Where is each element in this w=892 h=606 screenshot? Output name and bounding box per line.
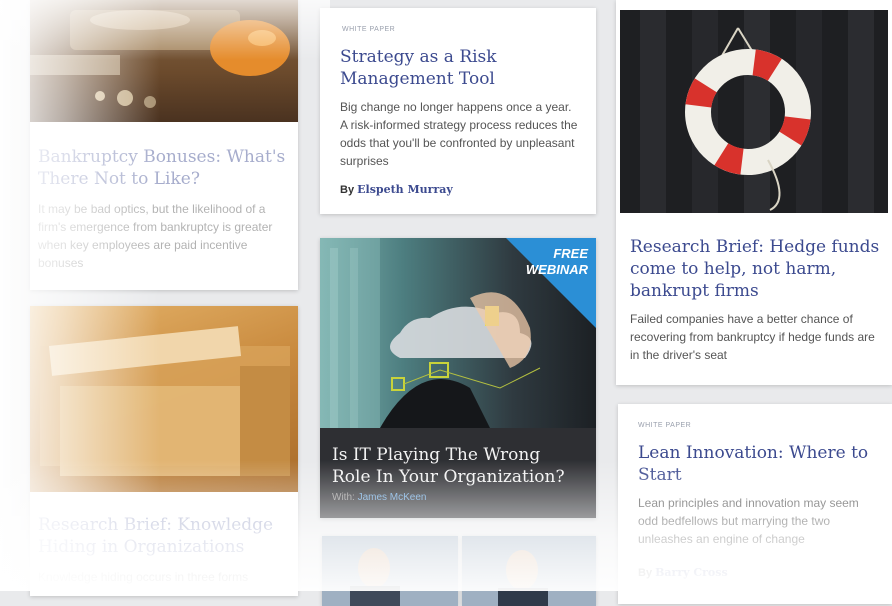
content-type-label: WHITE PAPER bbox=[342, 26, 396, 33]
content-type-label: WHITE PAPER bbox=[638, 422, 692, 429]
webinar-card[interactable]: FREE WEBINAR Is IT Playing The Wrong Rol… bbox=[320, 238, 596, 518]
article-title[interactable]: Lean Innovation: Where to Start bbox=[638, 442, 878, 486]
article-card-knowledge-hiding[interactable]: Research Brief: Knowledge Hiding in Orga… bbox=[30, 306, 298, 596]
webinar-image[interactable]: FREE WEBINAR bbox=[320, 238, 596, 428]
webinar-presenter: With: James McKeen bbox=[332, 492, 426, 503]
article-summary: Failed companies have a better chance of… bbox=[630, 312, 875, 362]
by-label: By bbox=[340, 184, 355, 196]
partial-card-right[interactable] bbox=[462, 536, 596, 606]
article-image-folders[interactable] bbox=[30, 306, 298, 492]
byline: By Elspeth Murray bbox=[340, 183, 453, 196]
byline: By Barry Cross bbox=[638, 566, 728, 579]
presenter-link[interactable]: James McKeen bbox=[358, 492, 427, 503]
article-summary: Lean principles and innovation may seem … bbox=[638, 496, 859, 546]
author-link[interactable]: Elspeth Murray bbox=[357, 183, 453, 196]
article-summary: Knowledge hiding occurs in three forms bbox=[38, 570, 249, 584]
banner-line-free: FREE bbox=[553, 246, 588, 261]
article-title[interactable]: Research Brief: Hedge funds come to help… bbox=[630, 236, 880, 302]
article-card-bankruptcy[interactable]: Bankruptcy Bonuses: What's There Not to … bbox=[30, 0, 298, 290]
article-summary: It may be bad optics, but the likelihood… bbox=[38, 202, 273, 270]
article-title[interactable]: Bankruptcy Bonuses: What's There Not to … bbox=[38, 146, 288, 190]
coins-jar-illustration bbox=[30, 10, 290, 108]
person-photo-illustration bbox=[462, 536, 596, 606]
article-card-strategy[interactable]: WHITE PAPER Strategy as a Risk Managemen… bbox=[320, 8, 596, 214]
article-card-lean-innovation[interactable]: WHITE PAPER Lean Innovation: Where to St… bbox=[618, 404, 892, 604]
article-card-hedge-funds[interactable]: Research Brief: Hedge funds come to help… bbox=[616, 0, 892, 385]
person-photo-illustration bbox=[322, 536, 458, 606]
article-image-life-ring[interactable] bbox=[620, 10, 888, 213]
webinar-title[interactable]: Is IT Playing The Wrong Role In Your Org… bbox=[332, 444, 582, 488]
author-link[interactable]: Barry Cross bbox=[655, 566, 728, 579]
free-webinar-banner-text: FREE WEBINAR bbox=[526, 246, 588, 278]
life-ring-illustration bbox=[640, 10, 874, 213]
article-summary: Big change no longer happens once a year… bbox=[340, 100, 578, 168]
by-label: By bbox=[638, 567, 653, 579]
partial-card-left[interactable] bbox=[322, 536, 458, 606]
article-title[interactable]: Strategy as a Risk Management Tool bbox=[340, 46, 580, 90]
article-title[interactable]: Research Brief: Knowledge Hiding in Orga… bbox=[38, 514, 288, 558]
article-image-coins[interactable] bbox=[30, 0, 298, 122]
with-label: With: bbox=[332, 492, 355, 503]
banner-line-webinar: WEBINAR bbox=[525, 262, 588, 277]
file-folders-illustration bbox=[40, 326, 290, 476]
